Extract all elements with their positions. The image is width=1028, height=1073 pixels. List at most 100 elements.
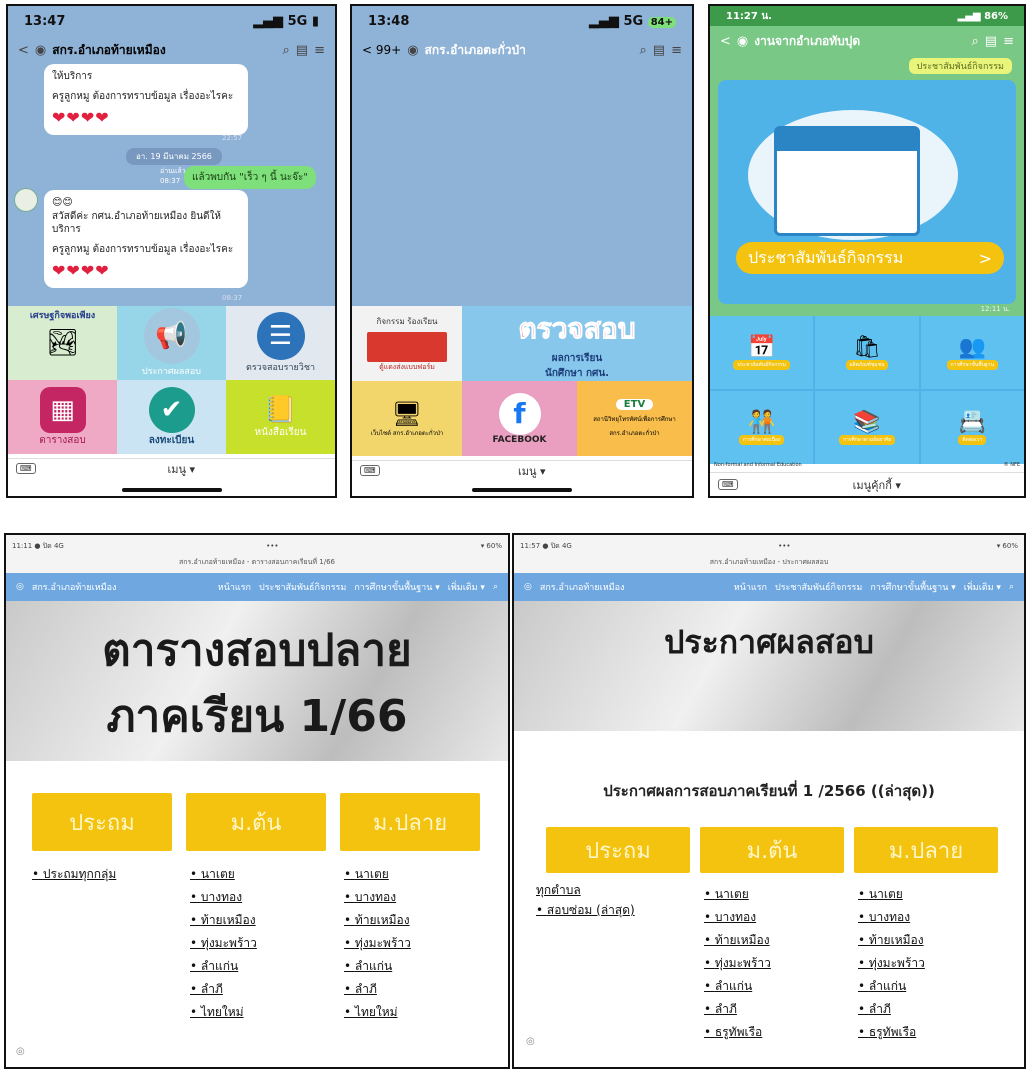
list-item[interactable]: ลำภี xyxy=(858,998,925,1021)
list-item[interactable]: ลำภี xyxy=(344,978,411,1001)
list-item[interactable]: ท้ายเหมือง xyxy=(704,929,771,952)
list-item[interactable]: บางทอง xyxy=(344,886,411,909)
nav-basic-education[interactable]: การศึกษาขั้นพื้นฐาน ▾ xyxy=(870,580,955,594)
menu-etv[interactable]: ETV สถานีวิทยุโทรทัศน์เพื่อการศึกษา สกร.… xyxy=(577,381,692,456)
notes-icon[interactable]: ▤ xyxy=(296,43,308,58)
menu-basic-education[interactable]: 👥 การศึกษาขั้นพื้นฐาน xyxy=(920,316,1024,389)
list-item[interactable]: บางทอง xyxy=(190,886,257,909)
menu-complaint-box[interactable]: กิจกรรม ร้องเรียน ตู้แดงส่งแบบฟอร์ม xyxy=(352,306,462,381)
list-item[interactable]: ท้ายเหมือง xyxy=(344,909,411,932)
search-icon[interactable]: ⌕ xyxy=(493,582,498,592)
primary-level-button[interactable]: ประถม xyxy=(546,827,690,873)
keyboard-icon[interactable]: ⌨ xyxy=(360,465,380,476)
list-item[interactable]: บางทอง xyxy=(858,906,925,929)
rich-menu: เศรษฐกิจพอเพียง 🏞 📢 ประกาศผลสอบ ☰ ตรวจสอ… xyxy=(8,306,335,454)
list-item[interactable]: นาเตย xyxy=(344,863,411,886)
keyboard-icon[interactable]: ⌨ xyxy=(718,479,738,490)
megaphone-icon: 📢 xyxy=(143,308,200,364)
nav-home[interactable]: หน้าแรก xyxy=(218,580,251,594)
list-item[interactable]: ทุ่งมะพร้าว xyxy=(190,932,257,955)
lower-secondary-button[interactable]: ม.ต้น xyxy=(700,827,844,873)
list-item[interactable]: ลำภี xyxy=(190,978,257,1001)
url-bar[interactable]: สกร.อำเภอท้ายเหมือง - ประกาศผลสอบ xyxy=(514,557,1024,573)
list-item[interactable]: ท้ายเหมือง xyxy=(858,929,925,952)
nav-more[interactable]: เพิ่มเติม ▾ xyxy=(448,580,485,594)
menu-informal-education[interactable]: 📚 การศึกษาตามอัธยาศัย xyxy=(815,391,919,464)
site-brand[interactable]: สกร.อำเภอท้ายเหมือง xyxy=(32,580,210,594)
menu-community-products[interactable]: 🛍 ผลิตภัณฑ์ชุมชน xyxy=(815,316,919,389)
menu-check-subjects[interactable]: ☰ ตรวจสอบรายวิชา xyxy=(226,306,335,380)
list-item[interactable]: ไทยใหม่ xyxy=(190,1001,257,1024)
list-item[interactable]: ลำแก่น xyxy=(344,955,411,978)
menu-toggle[interactable]: เมนูคุ้กกี้ ▾ xyxy=(853,476,901,494)
search-icon[interactable]: ⌕ xyxy=(640,43,647,58)
menu-facebook[interactable]: f FACEBOOK xyxy=(462,381,577,456)
nav-activities[interactable]: ประชาสัมพันธ์กิจกรรม xyxy=(259,580,346,594)
menu-toggle[interactable]: เมนู ▾ xyxy=(167,460,195,478)
menu-icon[interactable]: ≡ xyxy=(1003,34,1014,49)
list-item[interactable]: ทุ่งมะพร้าว xyxy=(858,952,925,975)
menu-activity-news[interactable]: 📅 ประชาสัมพันธ์กิจกรรม xyxy=(710,316,814,389)
list-item[interactable]: ประถมทุกกลุ่ม xyxy=(32,863,116,886)
menu-textbooks[interactable]: 📒 หนังสือเรียน xyxy=(226,380,335,454)
list-item[interactable]: นาเตย xyxy=(858,883,925,906)
search-icon[interactable]: ⌕ xyxy=(1009,582,1014,592)
menu-exam-schedule[interactable]: ▦ ตารางสอบ xyxy=(8,380,117,454)
banner-button[interactable]: ประชาสัมพันธ์กิจกรรม > xyxy=(736,242,1004,274)
url-bar[interactable]: สกร.อำเภอท้ายเหมือง - ตารางสอบภาคเรียนที… xyxy=(6,557,508,573)
nav-basic-education[interactable]: การศึกษาขั้นพื้นฐาน ▾ xyxy=(354,580,439,594)
upper-secondary-button[interactable]: ม.ปลาย xyxy=(340,793,480,851)
list-item[interactable]: ทุ่งมะพร้าว xyxy=(704,952,771,975)
back-button[interactable]: < 99+ xyxy=(362,43,401,57)
list-item[interactable]: นาเตย xyxy=(704,883,771,906)
list-item[interactable]: สอบซ่อม (ล่าสุด) xyxy=(536,899,635,922)
menu-website[interactable]: 🖥 เว็บไซต์ สกร.อำเภอตะกั่วป่า xyxy=(352,381,462,456)
menu-icon[interactable]: ≡ xyxy=(671,43,682,58)
signal-indicator: ▂▄▆ 5G ▮ xyxy=(253,13,319,29)
primary-level-button[interactable]: ประถม xyxy=(32,793,172,851)
search-icon[interactable]: ⌕ xyxy=(972,34,979,49)
list-item[interactable]: ลำแก่น xyxy=(190,955,257,978)
list-item[interactable]: บางทอง xyxy=(704,906,771,929)
menu-contact[interactable]: 📇 ติดต่อเรา xyxy=(920,391,1024,464)
sent-message: แล้วพบกัน "เร็ว ๆ นี้ นะจ๊ะ" xyxy=(184,166,316,189)
keyboard-icon[interactable]: ⌨ xyxy=(16,463,36,474)
list-item[interactable]: ท้ายเหมือง xyxy=(190,909,257,932)
list-item[interactable]: ลำภี xyxy=(704,998,771,1021)
contact-icon: 📇 xyxy=(958,410,987,435)
menu-continuing-education[interactable]: 🧑‍🤝‍🧑 การศึกษาต่อเนื่อง xyxy=(710,391,814,464)
menu-sufficiency-economy[interactable]: เศรษฐกิจพอเพียง 🏞 xyxy=(8,306,117,380)
all-subdistricts-link[interactable]: ทุกตำบล xyxy=(536,881,581,900)
notes-icon[interactable]: ▤ xyxy=(985,34,997,49)
calendar-icon: 📅 xyxy=(747,335,776,360)
nav-activities[interactable]: ประชาสัมพันธ์กิจกรรม xyxy=(775,580,862,594)
back-icon[interactable]: < xyxy=(720,34,731,49)
menu-check-grades[interactable]: ตรวจสอบ ผลการเรียน นักศึกษา กศน. xyxy=(462,306,692,381)
list-item[interactable]: ลำแก่น xyxy=(704,975,771,998)
menu-register[interactable]: ✔ ลงทะเบียน xyxy=(117,380,226,454)
search-icon[interactable]: ⌕ xyxy=(283,43,290,58)
list-item[interactable]: ธรูทัพเรือ xyxy=(704,1021,771,1044)
list-item[interactable]: ไทยใหม่ xyxy=(344,1001,411,1024)
list-item[interactable]: ลำแก่น xyxy=(858,975,925,998)
illustration-icon: 🏞 xyxy=(45,328,79,358)
back-icon[interactable]: < xyxy=(18,43,29,58)
notes-icon[interactable]: ▤ xyxy=(653,43,665,58)
nav-home[interactable]: หน้าแรก xyxy=(734,580,767,594)
info-icon[interactable]: ◎ xyxy=(16,1046,25,1057)
site-brand[interactable]: สกร.อำเภอท้ายเหมือง xyxy=(540,580,726,594)
primary-list: ประถมทุกกลุ่ม xyxy=(32,863,116,886)
status-time: 13:48 xyxy=(368,13,410,29)
list-item[interactable]: ธรูทัพเรือ xyxy=(858,1021,925,1044)
menu-icon[interactable]: ≡ xyxy=(314,43,325,58)
menu-exam-results[interactable]: 📢 ประกาศผลสอบ xyxy=(117,306,226,380)
upper-secondary-button[interactable]: ม.ปลาย xyxy=(854,827,998,873)
list-item[interactable]: นาเตย xyxy=(190,863,257,886)
lower-secondary-button[interactable]: ม.ต้น xyxy=(186,793,326,851)
menu-toggle[interactable]: เมนู ▾ xyxy=(518,462,546,480)
info-icon[interactable]: ◎ xyxy=(526,1036,535,1047)
list-item[interactable]: ทุ่งมะพร้าว xyxy=(344,932,411,955)
announcement-banner[interactable]: ประชาสัมพันธ์กิจกรรม > xyxy=(718,80,1016,304)
books-icon: 📚 xyxy=(853,410,881,435)
nav-more[interactable]: เพิ่มเติม ▾ xyxy=(964,580,1001,594)
